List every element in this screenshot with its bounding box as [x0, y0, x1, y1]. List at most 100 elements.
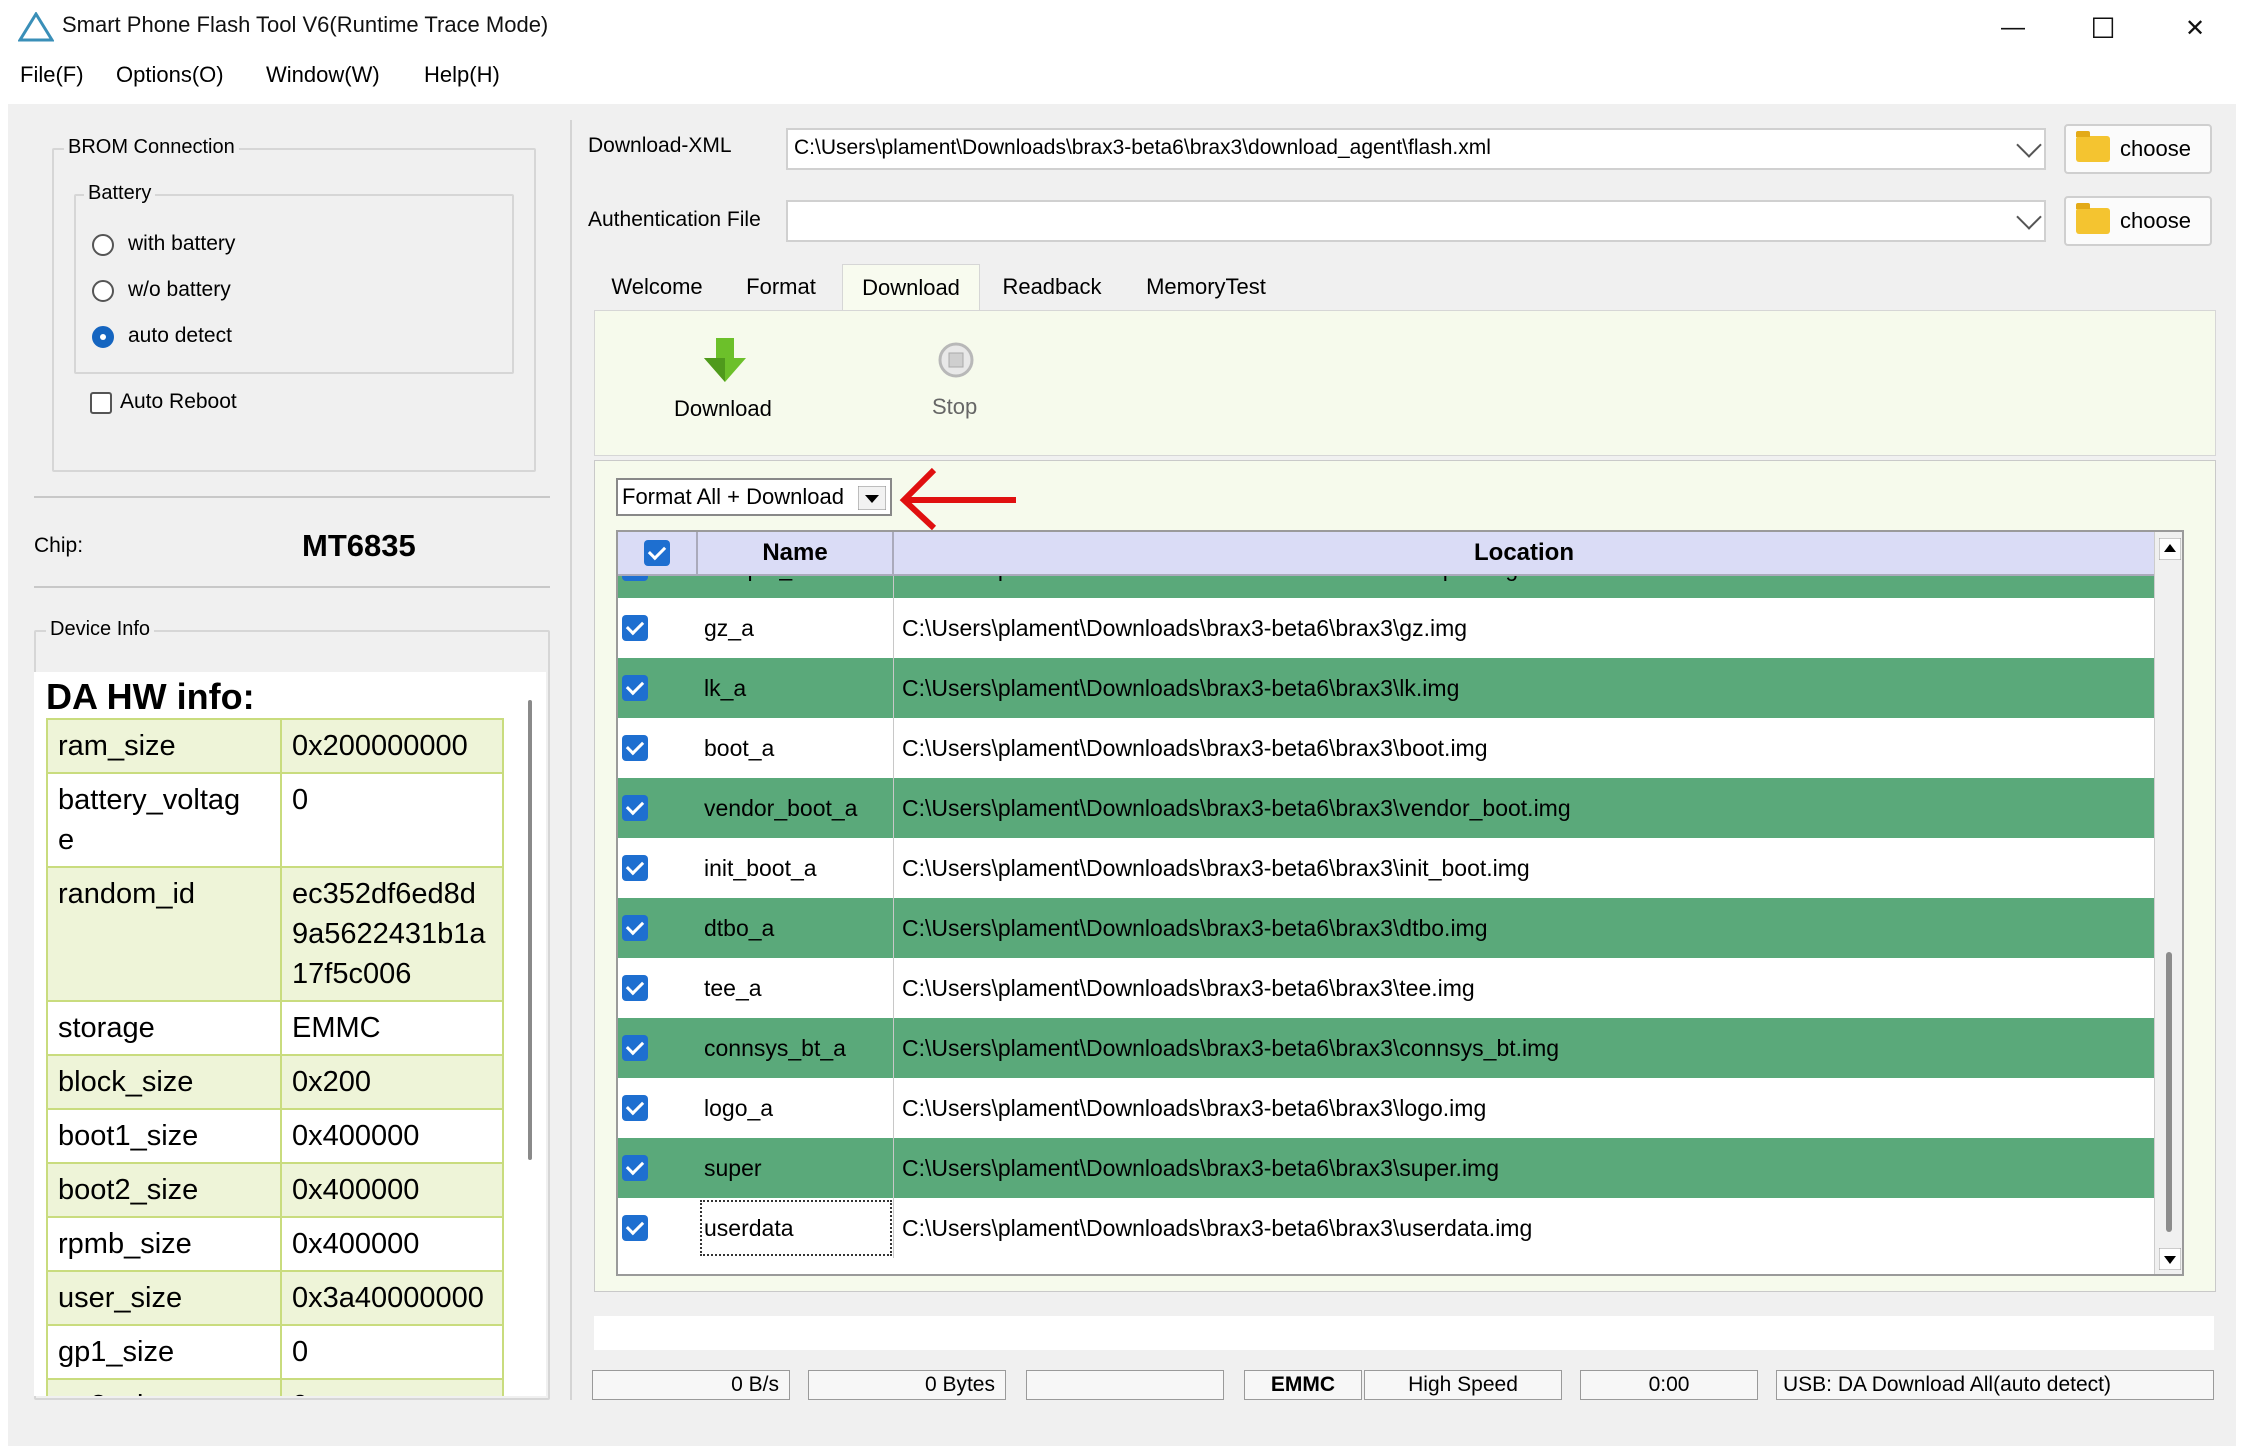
partition-location: C:\Users\plament\Downloads\brax3-beta6\b…: [902, 794, 1571, 821]
dropdown-icon[interactable]: [858, 486, 886, 510]
download-xml-field[interactable]: C:\Users\plament\Downloads\brax3-beta6\b…: [786, 128, 2046, 170]
table-row[interactable]: dtbo_a C:\Users\plament\Downloads\brax3-b…: [618, 898, 2154, 958]
partition-name: connsys_bt_a: [698, 1018, 894, 1078]
row-checkbox-cell[interactable]: [618, 898, 698, 958]
table-row[interactable]: gz_a C:\Users\plament\Downloads\brax3-bet…: [618, 598, 2154, 658]
row-checkbox-cell[interactable]: [618, 1138, 698, 1198]
choose-auth-button[interactable]: choose: [2064, 196, 2212, 246]
row-checkbox[interactable]: [622, 975, 648, 1001]
brom-connection-title: BROM Connection: [64, 136, 239, 159]
scroll-thumb[interactable]: [2166, 952, 2172, 1232]
row-checkbox[interactable]: [622, 1155, 648, 1181]
tab-welcome[interactable]: Welcome: [594, 264, 720, 310]
partition-name: vendor_boot_a: [698, 778, 894, 838]
tab-readback[interactable]: Readback: [980, 264, 1124, 310]
tab-memorytest[interactable]: MemoryTest: [1126, 264, 1286, 310]
row-checkbox-cell[interactable]: [618, 1018, 698, 1078]
hw-info-key: rpmb_size: [46, 1216, 282, 1272]
row-checkbox[interactable]: [622, 915, 648, 941]
table-row[interactable]: vendor_boot_a C:\Users\plament\Downloads\…: [618, 778, 2154, 838]
status-storage: EMMC: [1244, 1370, 1362, 1400]
hw-info-value: 0x200000000: [280, 718, 504, 774]
hw-info-value: 0x200: [280, 1054, 504, 1110]
row-checkbox[interactable]: [622, 615, 648, 641]
menu-window[interactable]: Window(W): [266, 62, 380, 88]
row-checkbox[interactable]: [622, 1215, 648, 1241]
window-title: Smart Phone Flash Tool V6(Runtime Trace …: [62, 12, 549, 37]
row-checkbox[interactable]: [622, 735, 648, 761]
hw-info-clip: ram_size 0x200000000 battery_voltag e 0 rand…: [46, 718, 504, 1396]
hw-info-value: 0x400000: [280, 1216, 504, 1272]
row-checkbox-cell[interactable]: [618, 598, 698, 658]
table-row[interactable]: boot_a C:\Users\plament\Downloads\brax3-b…: [618, 718, 2154, 778]
row-checkbox-cell[interactable]: [618, 838, 698, 898]
hw-info-key: battery_voltag e: [46, 772, 282, 868]
row-checkbox-cell[interactable]: [618, 958, 698, 1018]
table-row[interactable]: init_boot_a C:\Users\plament\Downloads\br…: [618, 838, 2154, 898]
partition-grid[interactable]: mcupm_aC:\Users\plament\Downloads\brax3-…: [616, 530, 2184, 1276]
partition-location: C:\Users\plament\Downloads\brax3-beta6\b…: [902, 614, 1468, 641]
row-checkbox[interactable]: [622, 795, 648, 821]
menu-options[interactable]: Options(O): [116, 62, 224, 88]
choose-xml-button[interactable]: choose: [2064, 124, 2212, 174]
battery-title: Battery: [84, 182, 156, 205]
row-checkbox[interactable]: [622, 1035, 648, 1061]
header-location[interactable]: Location: [894, 532, 2154, 574]
partition-location: C:\Users\plament\Downloads\brax3-beta6\b…: [902, 914, 1488, 941]
stop-button[interactable]: Stop: [912, 330, 1002, 430]
table-row[interactable]: connsys_bt_a C:\Users\plament\Downloads\b…: [618, 1018, 2154, 1078]
hw-info-value: 0: [280, 772, 504, 868]
row-checkbox[interactable]: [622, 1095, 648, 1121]
splitter[interactable]: [570, 120, 572, 1400]
row-checkbox[interactable]: [622, 855, 648, 881]
header-name[interactable]: Name: [698, 532, 894, 574]
scroll-up-icon[interactable]: [2159, 538, 2181, 560]
table-row[interactable]: super C:\Users\plament\Downloads\brax3-be…: [618, 1138, 2154, 1198]
scroll-down-icon[interactable]: [2159, 1248, 2181, 1270]
hw-info-row: boot2_size 0x400000: [46, 1162, 504, 1218]
close-button[interactable]: ✕: [2150, 6, 2240, 50]
table-row[interactable]: userdata C:\Users\plament\Downloads\brax3…: [618, 1198, 2154, 1258]
row-checkbox-cell[interactable]: [618, 1078, 698, 1138]
select-all-checkbox[interactable]: [644, 540, 670, 566]
auto-reboot-checkbox[interactable]: [90, 392, 112, 414]
hw-info-row: gp2_size0: [46, 1378, 504, 1396]
table-row[interactable]: tee_a C:\Users\plament\Downloads\brax3-be…: [618, 958, 2154, 1018]
menu-help[interactable]: Help(H): [424, 62, 500, 88]
row-checkbox-cell[interactable]: [618, 658, 698, 718]
radio-wo-battery[interactable]: [92, 280, 114, 302]
chip-label: Chip:: [34, 534, 84, 557]
hw-info-value: 0: [280, 1378, 504, 1396]
tab-format[interactable]: Format: [722, 264, 840, 310]
minimize-button[interactable]: —: [1968, 6, 2058, 50]
stop-button-label: Stop: [932, 394, 978, 419]
chip-value: MT6835: [302, 528, 416, 563]
hw-info-row: storage EMMC: [46, 1000, 504, 1056]
table-row[interactable]: lk_a C:\Users\plament\Downloads\brax3-bet…: [618, 658, 2154, 718]
header-select-all[interactable]: [618, 532, 698, 574]
row-checkbox-cell[interactable]: [618, 778, 698, 838]
mode-select[interactable]: Format All + Download: [616, 478, 892, 516]
grid-scrollbar[interactable]: [2154, 532, 2182, 1274]
choose-xml-label: choose: [2120, 136, 2191, 161]
radio-with-battery[interactable]: [92, 234, 114, 256]
tab-download[interactable]: Download: [842, 264, 980, 311]
partition-location: C:\Users\plament\Downloads\brax3-beta6\b…: [902, 974, 1475, 1001]
hw-info-value: 0: [280, 1324, 504, 1380]
auth-file-field[interactable]: [786, 200, 2046, 242]
partition-location: C:\Users\plament\Downloads\brax3-beta6\b…: [902, 674, 1460, 701]
row-checkbox[interactable]: [622, 675, 648, 701]
radio-auto-detect[interactable]: [92, 326, 114, 348]
row-checkbox-cell[interactable]: [618, 1198, 698, 1258]
choose-auth-label: choose: [2120, 208, 2191, 233]
menu-file[interactable]: File(F): [20, 62, 84, 88]
device-info-title: Device Info: [46, 618, 155, 641]
maximize-button[interactable]: ☐: [2058, 6, 2148, 50]
hw-info-table: ram_size 0x200000000 battery_voltag e 0 rand…: [46, 718, 504, 1396]
device-info-scrollbar[interactable]: [528, 700, 532, 1160]
divider: [34, 586, 550, 588]
row-checkbox-cell[interactable]: [618, 718, 698, 778]
auth-file-label: Authentication File: [588, 208, 761, 231]
table-row[interactable]: logo_a C:\Users\plament\Downloads\brax3-b…: [618, 1078, 2154, 1138]
download-button[interactable]: Download: [660, 330, 790, 430]
